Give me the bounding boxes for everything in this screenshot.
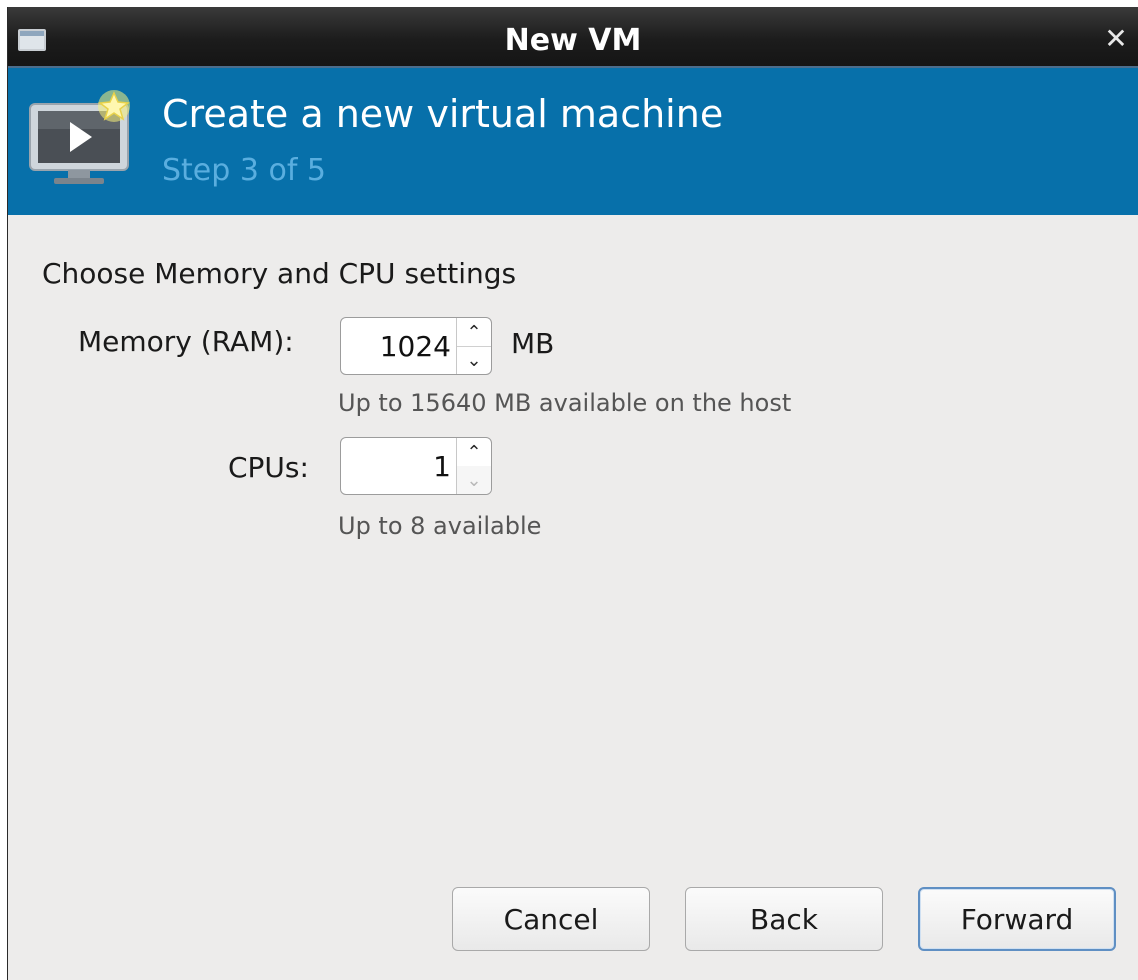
chevron-down-icon: ⌄: [466, 349, 482, 371]
vm-monitor-star-icon: [29, 90, 130, 184]
cpus-spin-buttons: ⌃ ⌄: [456, 438, 491, 494]
close-icon[interactable]: ✕: [1104, 25, 1128, 53]
cancel-button[interactable]: Cancel: [452, 887, 650, 951]
memory-unit: MB: [511, 327, 555, 360]
wizard-header: Create a new virtual machine Step 3 of 5: [8, 68, 1138, 215]
section-heading: Choose Memory and CPU settings: [42, 257, 517, 290]
chevron-down-icon: ⌄: [466, 469, 482, 491]
cpus-label: CPUs:: [228, 451, 309, 484]
memory-hint: Up to 15640 MB available on the host: [338, 389, 792, 417]
back-button[interactable]: Back: [685, 887, 883, 951]
cpus-increment-button[interactable]: ⌃: [457, 438, 491, 467]
forward-button[interactable]: Forward: [918, 887, 1116, 951]
cpus-decrement-button: ⌄: [457, 466, 491, 494]
chevron-up-icon: ⌃: [466, 321, 482, 343]
title-bar[interactable]: New VM ✕: [8, 7, 1138, 68]
new-vm-dialog: New VM ✕ Create a new virtual machine St…: [7, 7, 1138, 980]
memory-decrement-button[interactable]: ⌄: [457, 346, 491, 374]
cpus-value[interactable]: 1: [433, 450, 451, 483]
memory-spinbox[interactable]: 1024 ⌃ ⌄: [340, 317, 492, 375]
cpus-hint: Up to 8 available: [338, 512, 542, 540]
chevron-up-icon: ⌃: [466, 441, 482, 463]
cpus-spinbox[interactable]: 1 ⌃ ⌄: [340, 437, 492, 495]
wizard-title: Create a new virtual machine: [162, 92, 724, 136]
memory-increment-button[interactable]: ⌃: [457, 318, 491, 347]
memory-spin-buttons: ⌃ ⌄: [456, 318, 491, 374]
memory-label: Memory (RAM):: [78, 325, 294, 358]
wizard-step: Step 3 of 5: [162, 153, 327, 188]
memory-value[interactable]: 1024: [380, 330, 451, 363]
window-title: New VM: [504, 23, 642, 58]
